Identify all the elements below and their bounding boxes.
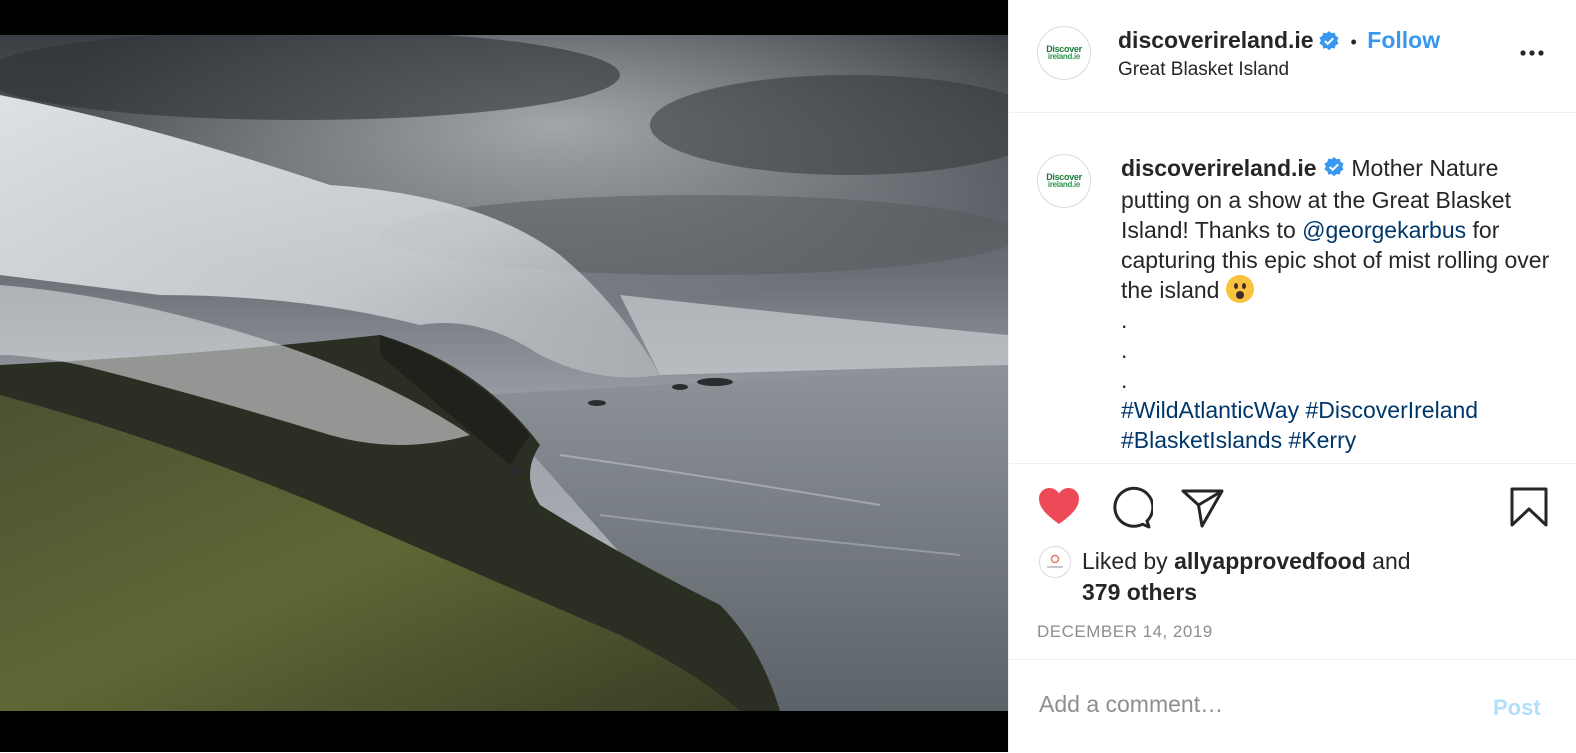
likes-prefix: Liked by xyxy=(1082,548,1175,574)
likes-conjunction: and xyxy=(1365,548,1411,574)
post-date[interactable]: DECEMBER 14, 2019 xyxy=(1037,622,1213,642)
post-header: Discover ireland.ie discoverireland.ie •… xyxy=(1009,0,1576,113)
comment-input[interactable] xyxy=(1037,690,1461,719)
header-separator: • xyxy=(1350,32,1357,52)
post-caption: discoverireland.ie Mother Nature putting… xyxy=(1121,153,1561,455)
heart-filled-icon[interactable] xyxy=(1037,486,1081,531)
author-avatar[interactable]: Discover ireland.ie xyxy=(1037,26,1091,80)
liker-username[interactable]: allyapprovedfood xyxy=(1174,548,1366,574)
bookmark-icon[interactable] xyxy=(1509,486,1549,533)
avatar-logo-subtext: ireland.ie xyxy=(1047,180,1081,189)
hashtag-link[interactable]: #Kerry xyxy=(1288,427,1356,453)
caption-username[interactable]: discoverireland.ie xyxy=(1121,155,1317,181)
astonished-face-emoji-icon xyxy=(1225,274,1254,303)
post-location[interactable]: Great Blasket Island xyxy=(1118,59,1289,81)
avatar-logo-subtext: ireland.ie xyxy=(1047,52,1081,61)
caption-hashtags: #WildAtlanticWay #DiscoverIreland #Blask… xyxy=(1121,395,1561,455)
author-username[interactable]: discoverireland.ie xyxy=(1118,27,1314,53)
likes-text: Liked by allyapprovedfood and 379 others xyxy=(1082,546,1411,608)
post-details-panel: Discover ireland.ie discoverireland.ie •… xyxy=(1009,0,1576,752)
liker-avatar[interactable] xyxy=(1039,546,1071,578)
post-comment-button[interactable]: Post xyxy=(1493,695,1541,721)
verified-badge-icon xyxy=(1318,30,1340,57)
hashtag-link[interactable]: #BlasketIslands xyxy=(1121,427,1282,453)
hashtag-link[interactable]: #WildAtlanticWay xyxy=(1121,397,1299,423)
likes-others-count[interactable]: 379 others xyxy=(1082,579,1197,605)
caption-mention-link[interactable]: @georgekarbus xyxy=(1302,217,1466,243)
caption-section: Discover ireland.ie discoverireland.ie M… xyxy=(1009,113,1576,464)
comment-bar: Post xyxy=(1009,659,1576,753)
caption-dot: . xyxy=(1121,336,1128,363)
share-icon[interactable] xyxy=(1181,488,1225,533)
follow-button[interactable]: Follow xyxy=(1367,27,1440,53)
comment-icon[interactable] xyxy=(1109,486,1155,535)
caption-dot: . xyxy=(1121,366,1128,393)
post-image[interactable] xyxy=(0,35,1008,711)
hashtag-link[interactable]: #DiscoverIreland xyxy=(1305,397,1478,423)
caption-author-avatar[interactable]: Discover ireland.ie xyxy=(1037,154,1091,208)
verified-badge-icon xyxy=(1323,155,1345,185)
post-image-container[interactable] xyxy=(0,0,1008,752)
header-title-row: discoverireland.ie • Follow xyxy=(1118,27,1440,57)
caption-dot: . xyxy=(1121,306,1128,333)
more-options-icon[interactable] xyxy=(1519,40,1545,71)
